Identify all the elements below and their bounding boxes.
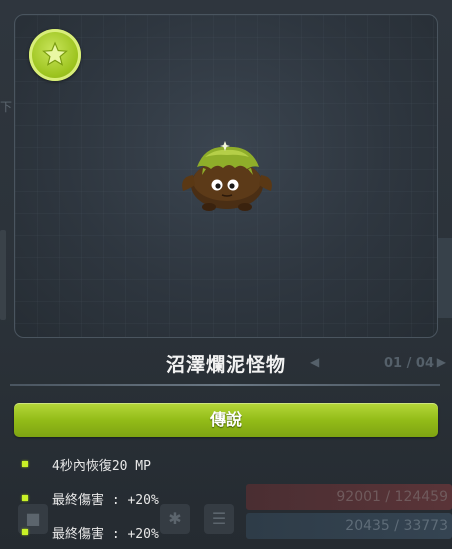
next-page-icon[interactable]: ▶ — [437, 355, 446, 369]
bullet-icon — [22, 495, 28, 501]
list-item: 最終傷害 : +20% — [20, 520, 320, 549]
background-text: 下 — [0, 100, 13, 114]
swamp-mud-monster-sprite — [182, 141, 272, 211]
bullet-icon — [22, 461, 28, 467]
star-icon — [29, 29, 81, 81]
background-panel-edge-right — [438, 238, 452, 318]
familiar-title-row: 沼澤爛泥怪物 ◀ 01 / 04 ▶ — [0, 346, 452, 382]
grade-badge: 傳說 — [14, 403, 438, 437]
list-item: 4秒內恢復20 MP — [20, 452, 320, 486]
page-counter: 01 / 04 — [384, 356, 434, 371]
option-text: 最終傷害 : +20% — [52, 527, 159, 542]
option-text: 4秒內恢復20 MP — [52, 459, 151, 474]
familiar-card-window: 下 92001 / 124459 20435 / 33773 ■ ✱ ☰ 沼澤爛… — [0, 0, 452, 549]
familiar-preview-panel — [14, 14, 438, 338]
list-item: 最終傷害 : +20% — [20, 486, 320, 520]
bullet-icon — [22, 529, 28, 535]
prev-page-icon[interactable]: ◀ — [310, 355, 319, 369]
background-panel-edge — [0, 230, 6, 320]
option-text: 最終傷害 : +20% — [52, 493, 159, 508]
option-list: 4秒內恢復20 MP 最終傷害 : +20% 最終傷害 : +20% — [20, 452, 320, 549]
divider — [10, 384, 440, 386]
